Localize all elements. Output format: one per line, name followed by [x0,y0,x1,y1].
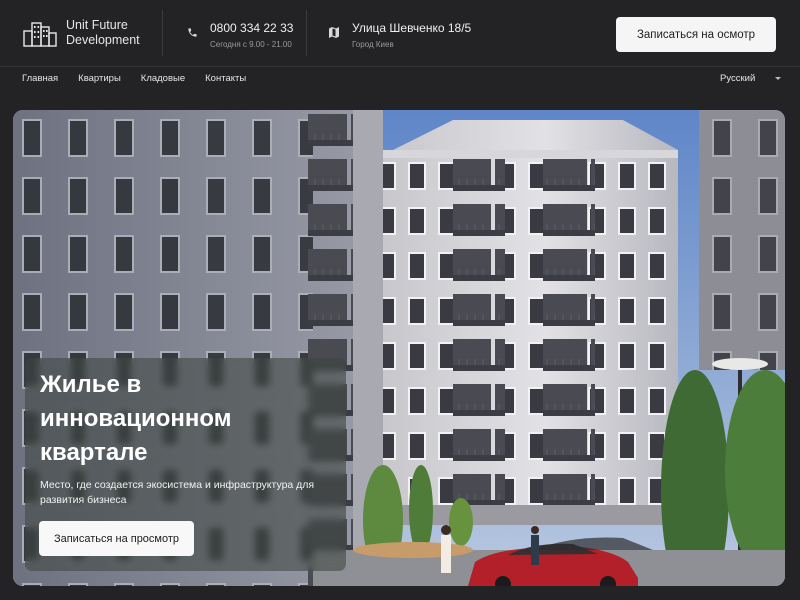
hero-subtitle: Место, где создается экосистема и инфрас… [40,479,315,506]
hero-title: Жилье в инновационном квартале [40,371,232,466]
phone-icon [184,24,200,40]
phone-contact[interactable]: 0800 334 22 33 Сегодня с 9.00 - 21.00 [184,21,293,49]
map-icon [326,24,342,40]
hero-banner [13,110,785,586]
phone-number: 0800 334 22 33 [210,21,294,35]
book-viewing-button[interactable]: Записаться на осмотр [616,17,776,52]
buildings-logo-icon [23,22,57,47]
header-divider [0,66,800,67]
nav-item-apartments[interactable]: Квартиры [78,73,121,84]
divider [162,10,163,56]
address-contact[interactable]: Улица Шевченко 18/5 Город Киев [326,21,471,49]
address-city: Город Киев [352,40,394,49]
divider [306,10,307,56]
nav-item-home[interactable]: Главная [22,73,58,84]
header: Unit Future Development 0800 334 22 33 С… [0,0,800,66]
brand-line-2: Development [66,33,140,47]
main-nav: Главная Квартиры Кладовые Контакты [22,73,246,84]
logo[interactable]: Unit Future Development [22,18,140,48]
book-viewing-hero-button[interactable]: Записаться на просмотр [39,521,194,556]
address-street: Улица Шевченко 18/5 [352,21,472,35]
nav-item-contacts[interactable]: Контакты [205,73,246,84]
brand-name: Unit Future Development [66,18,140,48]
language-selected: Русский [720,73,756,84]
chevron-down-icon [775,77,782,80]
nav-item-storage[interactable]: Кладовые [141,73,185,84]
language-select[interactable]: Русский [720,73,782,84]
brand-line-1: Unit Future [66,18,128,32]
working-hours: Сегодня с 9.00 - 21.00 [210,40,292,49]
